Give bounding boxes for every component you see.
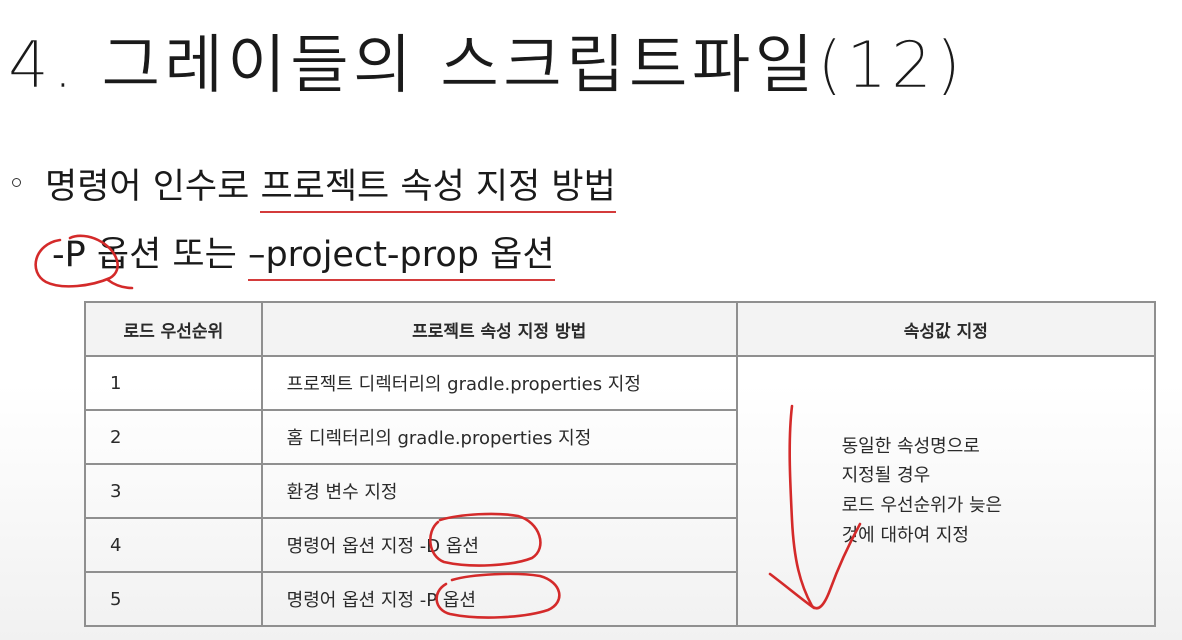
method-prefix: 명령어 옵션 지정 bbox=[286, 536, 415, 557]
header-method: 프로젝트 속성 지정 방법 bbox=[260, 301, 738, 357]
priority-cell: 1 bbox=[84, 355, 263, 411]
header-priority: 로드 우선순위 bbox=[84, 301, 263, 357]
note-line: 로드 우선순위가 늦은 bbox=[841, 495, 1003, 516]
bullet-prefix: 명령어 인수로 bbox=[45, 167, 261, 207]
long-option-text: –project-prop 옵션 bbox=[247, 235, 555, 281]
bullet-underlined-text: 프로젝트 속성 지정 방법 bbox=[260, 167, 616, 213]
priority-cell: 2 bbox=[84, 409, 263, 465]
priority-table: 로드 우선순위 프로젝트 속성 지정 방법 속성값 지정 1 프로젝트 디렉터리… bbox=[84, 301, 1157, 627]
priority-cell: 4 bbox=[84, 517, 263, 573]
method-option: -P 옵션 bbox=[414, 590, 476, 611]
tail-p-option-mark bbox=[106, 278, 134, 290]
method-cell: 홈 디렉터리의 gradle.properties 지정 bbox=[260, 409, 738, 465]
note-line: 지정될 경우 bbox=[841, 465, 931, 487]
table-header-row: 로드 우선순위 프로젝트 속성 지정 방법 속성값 지정 bbox=[84, 301, 1157, 357]
method-cell: 명령어 옵션 지정 -D 옵션 bbox=[260, 517, 738, 573]
method-cell: 프로젝트 디렉터리의 gradle.properties 지정 bbox=[260, 355, 738, 411]
method-cell: 명령어 옵션 지정 -P 옵션 bbox=[260, 571, 738, 627]
table-row: 1 프로젝트 디렉터리의 gradle.properties 지정 동일한 속성… bbox=[84, 355, 1157, 627]
header-value: 속성값 지정 bbox=[735, 301, 1157, 357]
merged-note-cell: 동일한 속성명으로 지정될 경우 로드 우선순위가 늦은 것에 대하여 지정 bbox=[735, 355, 1157, 627]
priority-cell: 3 bbox=[84, 463, 263, 519]
note-line: 동일한 속성명으로 bbox=[841, 435, 980, 457]
bullet-icon bbox=[12, 177, 21, 187]
p-option-text: -P bbox=[52, 235, 86, 275]
sub-item: -P 옵션 또는 –project-prop 옵션 bbox=[52, 235, 555, 281]
note-line: 것에 대하여 지정 bbox=[841, 524, 969, 546]
method-prefix: 명령어 옵션 지정 bbox=[286, 590, 415, 611]
slide: 4. 그레이들의 스크립트파일(12) 명령어 인수로 프로젝트 속성 지정 방… bbox=[0, 0, 1182, 640]
slide-title: 4. 그레이들의 스크립트파일(12) bbox=[8, 29, 965, 103]
bullet-item: 명령어 인수로 프로젝트 속성 지정 방법 bbox=[12, 167, 616, 213]
method-option: -D 옵션 bbox=[414, 536, 479, 557]
priority-cell: 5 bbox=[84, 571, 263, 627]
sub-middle-text: 옵션 또는 bbox=[85, 235, 248, 275]
method-cell: 환경 변수 지정 bbox=[260, 463, 738, 519]
